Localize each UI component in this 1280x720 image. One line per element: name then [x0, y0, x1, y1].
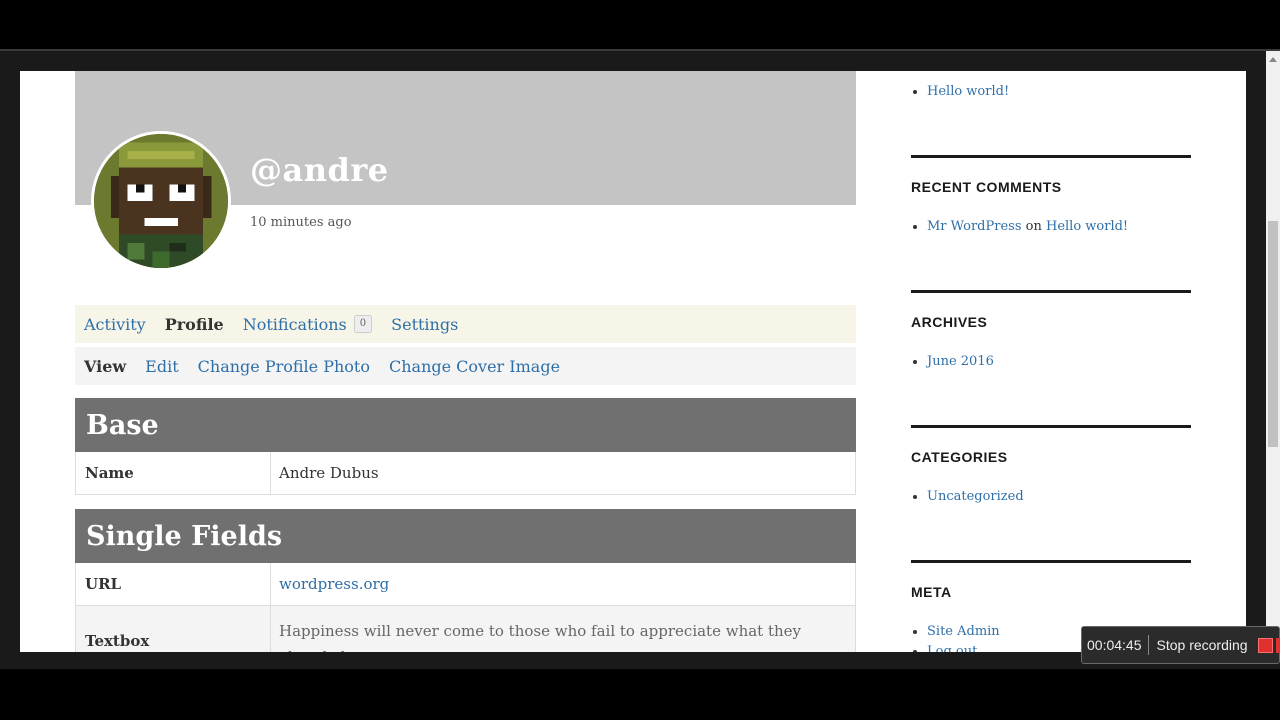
profile-sub-nav: View Edit Change Profile Photo Change Co…	[75, 347, 856, 385]
vertical-scrollbar[interactable]	[1266, 51, 1280, 652]
log-out-link[interactable]: Log out	[927, 644, 977, 652]
field-label-url: URL	[76, 563, 271, 605]
avatar[interactable]	[91, 131, 231, 271]
list-item: Log out	[911, 642, 1000, 652]
widget-title-archives: ARCHIVES	[911, 314, 988, 330]
widget-divider	[911, 155, 1191, 158]
subnav-change-profile-photo[interactable]: Change Profile Photo	[198, 357, 370, 376]
scroll-up-arrow-icon[interactable]	[1269, 57, 1277, 62]
categories-list: Uncategorized	[911, 487, 1024, 507]
recent-comments-list: Mr WordPress on Hello world!	[911, 217, 1128, 237]
widget-title-recent-comments: RECENT COMMENTS	[911, 179, 1062, 195]
screen-recorder-widget: 00:04:45 Stop recording	[1081, 626, 1280, 664]
comment-connector: on	[1025, 219, 1042, 234]
profile-username: @andre	[250, 151, 389, 189]
nav-activity[interactable]: Activity	[84, 315, 146, 334]
group-heading-base: Base	[75, 398, 856, 452]
widget-title-categories: CATEGORIES	[911, 449, 1008, 465]
list-item: June 2016	[911, 352, 994, 372]
list-item: Uncategorized	[911, 487, 1024, 507]
widget-divider	[911, 290, 1191, 293]
nav-activity-label: Activity	[84, 314, 146, 334]
screen-bottom-bar	[0, 669, 1280, 720]
last-active-time: 10 minutes ago	[250, 215, 352, 230]
screen-top-bar	[0, 0, 1280, 49]
archive-link[interactable]: June 2016	[927, 354, 994, 369]
record-stop-icon[interactable]	[1258, 638, 1273, 653]
recording-timer: 00:04:45	[1082, 635, 1149, 655]
recent-post-link[interactable]: Hello world!	[927, 84, 1009, 99]
stop-recording-button[interactable]: Stop recording	[1149, 637, 1248, 653]
list-item: Hello world!	[911, 82, 1009, 102]
notifications-count-badge: 0	[353, 315, 373, 333]
pixel-avatar-icon	[94, 134, 228, 268]
list-item: Mr WordPress on Hello world!	[911, 217, 1128, 237]
recent-posts-list: Hello world!	[911, 82, 1009, 102]
record-indicator-icon	[1276, 638, 1280, 653]
page-viewport: @andre 10 minutes ago Activity Profile N…	[20, 71, 1246, 652]
scrollbar-thumb[interactable]	[1268, 221, 1278, 447]
nav-notifications-label: Notifications	[242, 314, 347, 334]
nav-settings-label: Settings	[391, 314, 459, 334]
nav-profile-label: Profile	[164, 314, 224, 334]
widget-divider	[911, 425, 1191, 428]
url-link[interactable]: wordpress.org	[279, 575, 389, 593]
nav-profile[interactable]: Profile	[165, 315, 224, 334]
subnav-change-cover-image[interactable]: Change Cover Image	[389, 357, 560, 376]
category-link[interactable]: Uncategorized	[927, 489, 1024, 504]
subnav-view[interactable]: View	[84, 357, 126, 376]
nav-notifications[interactable]: Notifications 0	[242, 314, 373, 334]
field-label-name: Name	[76, 452, 271, 494]
table-row: URL wordpress.org	[75, 563, 856, 606]
subnav-edit[interactable]: Edit	[145, 357, 178, 376]
profile-primary-nav: Activity Profile Notifications 0 Settings	[75, 305, 856, 343]
widget-title-meta: META	[911, 584, 952, 600]
field-value-name: Andre Dubus	[279, 464, 379, 482]
meta-list: Site Admin Log out	[911, 622, 1000, 652]
widget-divider	[911, 560, 1191, 563]
table-row: Name Andre Dubus	[75, 452, 856, 495]
field-value-url: wordpress.org	[271, 563, 855, 605]
comment-author-link[interactable]: Mr WordPress	[927, 219, 1022, 234]
group-heading-single-fields: Single Fields	[75, 509, 856, 563]
archives-list: June 2016	[911, 352, 994, 372]
nav-settings[interactable]: Settings	[391, 315, 458, 334]
comment-post-link[interactable]: Hello world!	[1046, 219, 1128, 234]
list-item: Site Admin	[911, 622, 1000, 642]
field-value-textbox: Happiness will never come to those who f…	[279, 622, 802, 652]
site-admin-link[interactable]: Site Admin	[927, 624, 1000, 639]
field-label-textbox: Textbox	[76, 606, 271, 652]
table-row: Textbox Happiness will never come to tho…	[75, 606, 856, 652]
